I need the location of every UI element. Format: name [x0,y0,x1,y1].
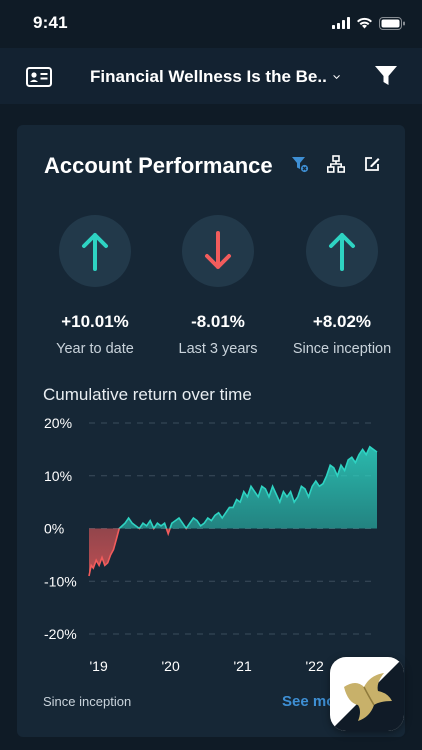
metric-label: Since inception [292,341,392,357]
arrow-up-icon [82,233,108,271]
metric-circle [59,215,131,287]
positive-area [89,446,377,529]
metric-year-to-date: +10.01% Year to date [35,215,155,357]
metric-label: Last 3 years [178,341,258,357]
card-toolbar [291,155,381,173]
card-title: Account Performance [44,153,273,178]
metric-last-3-years: -8.01% Last 3 years [158,215,278,357]
wifi-icon [357,17,372,29]
see-more-link[interactable]: See mo [282,693,335,710]
status-time: 9:41 [33,13,68,32]
filter-icon[interactable] [374,65,398,87]
y-tick-label: 0% [44,521,64,537]
y-tick-label: -10% [44,573,77,589]
bird-logo-icon [330,657,404,731]
y-tick-label: 20% [44,415,72,431]
cellular-signal-icon [332,17,350,29]
period-label: Since inception [43,694,132,709]
hierarchy-icon[interactable] [327,155,345,173]
metric-since-inception: +8.02% Since inception [282,215,402,357]
battery-icon [379,16,405,30]
status-bar: 9:41 [0,0,422,48]
x-tick-label: '22 [306,658,324,674]
portfolio-selector[interactable]: Financial Wellness Is the Be.. [90,65,340,89]
cumulative-return-chart: 20% 10% 0% -10% -20% '19 '20 '21 '22 [44,415,378,674]
edit-icon[interactable] [363,155,381,173]
y-tick-label: -20% [44,626,77,642]
account-performance-card: Account Performance +10.01% Year to date [17,125,405,737]
metric-value: +10.01% [61,312,129,331]
id-card-icon[interactable] [26,67,52,87]
metric-label: Year to date [56,341,134,357]
app-badge[interactable] [330,657,404,731]
chart-title: Cumulative return over time [43,385,252,404]
metric-value: +8.02% [312,312,372,331]
filter-settings-icon[interactable] [291,155,309,173]
navbar: Financial Wellness Is the Be.. [0,48,422,104]
metric-value: -8.01% [191,312,245,331]
status-icons [332,16,406,30]
metric-circle [182,215,254,287]
x-tick-label: '21 [234,658,252,674]
nav-title: Financial Wellness Is the Be.. [90,67,327,86]
x-tick-label: '19 [90,658,108,674]
y-tick-label: 10% [44,468,72,484]
arrow-up-icon [329,233,355,271]
x-tick-label: '20 [162,658,180,674]
arrow-down-icon [205,231,231,269]
metric-circle [306,215,378,287]
chevron-down-icon [333,75,340,79]
